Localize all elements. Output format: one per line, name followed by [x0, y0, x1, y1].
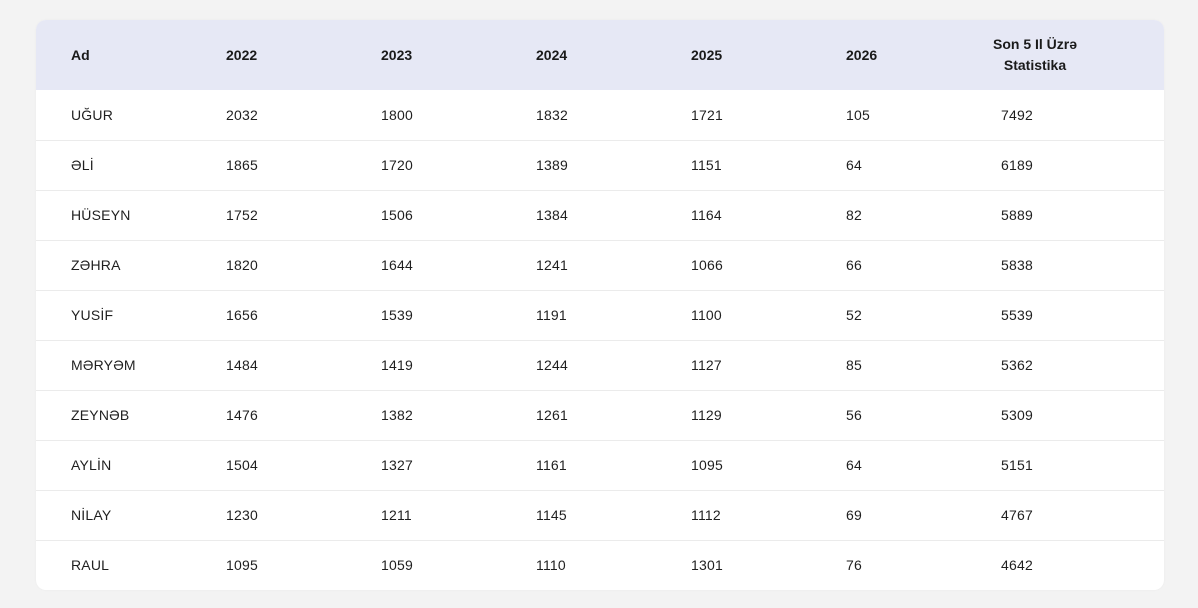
header-total-line1: Son 5 Il Üzrə — [992, 36, 1078, 52]
cell-2025: 1112 — [691, 507, 721, 523]
header-row: Ad 2022 2023 2024 2025 2026 Son 5 Il Üzr… — [36, 20, 1164, 90]
table-row: ZEYNƏB 1476 1382 1261 1129 56 5309 — [36, 390, 1164, 440]
cell-2024: 1261 — [536, 407, 568, 423]
table-header: Ad 2022 2023 2024 2025 2026 Son 5 Il Üzr… — [36, 20, 1164, 90]
cell-name: YUSİF — [71, 307, 114, 323]
name-statistics-table: Ad 2022 2023 2024 2025 2026 Son 5 Il Üzr… — [36, 20, 1164, 590]
table-row: ZƏHRA 1820 1644 1241 1066 66 5838 — [36, 240, 1164, 290]
cell-2022: 1476 — [226, 407, 258, 423]
cell-2022: 1656 — [226, 307, 258, 323]
cell-2024: 1161 — [536, 457, 567, 473]
cell-2025: 1066 — [691, 257, 723, 273]
cell-total: 5838 — [1001, 257, 1033, 273]
cell-2023: 1800 — [381, 106, 413, 123]
cell-2025: 1164 — [691, 207, 722, 223]
table-row: HÜSEYN 1752 1506 1384 1164 82 5889 — [36, 190, 1164, 240]
cell-2025: 1301 — [691, 557, 723, 574]
header-2026: 2026 — [846, 47, 878, 63]
table-row: RAUL 1095 1059 1110 1301 76 4642 — [36, 540, 1164, 590]
cell-2026: 76 — [846, 557, 862, 574]
cell-2026: 64 — [846, 157, 862, 173]
cell-total: 5151 — [1001, 457, 1033, 473]
table-row: NİLAY 1230 1211 1145 1112 69 4767 — [36, 490, 1164, 540]
header-2022: 2022 — [226, 47, 258, 63]
cell-2025: 1721 — [691, 106, 723, 123]
cell-2026: 64 — [846, 457, 862, 473]
cell-name: NİLAY — [71, 507, 112, 523]
cell-name: MƏRYƏM — [71, 357, 136, 373]
cell-2023: 1506 — [381, 207, 413, 223]
cell-2022: 1230 — [226, 507, 258, 523]
name-statistics-table-card: Ad 2022 2023 2024 2025 2026 Son 5 Il Üzr… — [36, 20, 1164, 590]
header-total: Son 5 Il Üzrə Statistika — [966, 20, 1164, 90]
cell-2024: 1832 — [536, 106, 568, 123]
cell-total: 5362 — [1001, 357, 1033, 373]
cell-2022: 1752 — [226, 207, 258, 223]
table-body: UĞUR 2032 1800 1832 1721 105 7492 ƏLİ 1865 1720 13… — [36, 90, 1164, 590]
cell-2023: 1419 — [381, 357, 413, 373]
header-total-line2: Statistika — [1003, 57, 1067, 73]
cell-total: 6189 — [1001, 157, 1033, 173]
cell-2024: 1384 — [536, 207, 568, 223]
cell-2023: 1211 — [381, 507, 412, 523]
cell-2023: 1327 — [381, 457, 413, 473]
cell-total: 5889 — [1001, 207, 1033, 223]
cell-2025: 1095 — [691, 457, 723, 473]
cell-2025: 1127 — [691, 357, 722, 373]
cell-2023: 1539 — [381, 307, 413, 323]
cell-name: ƏLİ — [71, 157, 94, 173]
cell-2025: 1129 — [691, 407, 722, 423]
cell-2023: 1382 — [381, 407, 413, 423]
cell-2026: 66 — [846, 257, 862, 273]
table-row: YUSİF 1656 1539 1191 1100 52 5539 — [36, 290, 1164, 340]
cell-2026: 69 — [846, 507, 862, 523]
table-row: AYLİN 1504 1327 1161 1095 64 5151 — [36, 440, 1164, 490]
cell-2025: 1151 — [691, 157, 722, 173]
cell-2024: 1241 — [536, 257, 568, 273]
header-2024: 2024 — [536, 47, 568, 63]
cell-total: 7492 — [1001, 106, 1033, 123]
cell-total: 4642 — [1001, 557, 1033, 574]
cell-name: ZƏHRA — [71, 257, 121, 273]
table-row: UĞUR 2032 1800 1832 1721 105 7492 — [36, 90, 1164, 140]
cell-2026: 105 — [846, 106, 870, 123]
cell-2026: 52 — [846, 307, 862, 323]
cell-2023: 1720 — [381, 157, 413, 173]
cell-name: ZEYNƏB — [71, 407, 130, 423]
header-2023: 2023 — [381, 47, 413, 63]
cell-2026: 56 — [846, 407, 862, 423]
cell-2024: 1110 — [536, 557, 566, 574]
cell-name: HÜSEYN — [71, 207, 131, 223]
cell-2024: 1191 — [536, 307, 567, 323]
cell-2023: 1644 — [381, 257, 413, 273]
cell-2022: 1504 — [226, 457, 258, 473]
cell-total: 4767 — [1001, 507, 1033, 523]
cell-total: 5539 — [1001, 307, 1033, 323]
header-2025: 2025 — [691, 47, 723, 63]
cell-2022: 1484 — [226, 357, 258, 373]
cell-2022: 1865 — [226, 157, 258, 173]
cell-2024: 1145 — [536, 507, 567, 523]
cell-name: RAUL — [71, 557, 110, 574]
cell-name: UĞUR — [71, 106, 114, 123]
cell-2023: 1059 — [381, 557, 413, 574]
cell-name: AYLİN — [71, 457, 112, 473]
cell-total: 5309 — [1001, 407, 1033, 423]
cell-2022: 2032 — [226, 106, 258, 123]
header-name: Ad — [71, 47, 90, 63]
cell-2022: 1820 — [226, 257, 258, 273]
cell-2026: 85 — [846, 357, 862, 373]
cell-2022: 1095 — [226, 557, 258, 574]
table-row: MƏRYƏM 1484 1419 1244 1127 85 5362 — [36, 340, 1164, 390]
cell-2024: 1389 — [536, 157, 568, 173]
cell-2026: 82 — [846, 207, 862, 223]
cell-2024: 1244 — [536, 357, 568, 373]
table-row: ƏLİ 1865 1720 1389 1151 64 6189 — [36, 140, 1164, 190]
cell-2025: 1100 — [691, 307, 722, 323]
